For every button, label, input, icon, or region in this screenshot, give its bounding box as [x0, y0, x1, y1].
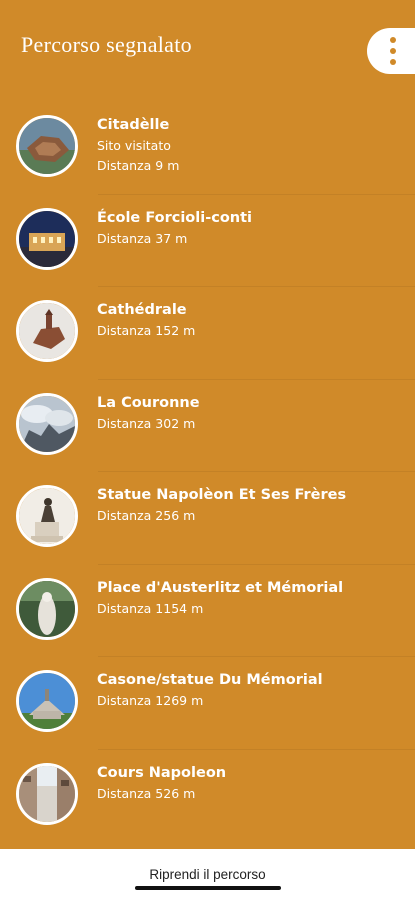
stop-thumbnail: [16, 300, 78, 362]
stop-thumbnail: [16, 577, 78, 640]
stop-distance: Distanza 256 m: [97, 508, 196, 523]
route-stop-item[interactable]: La Couronne Distanza 302 m: [0, 378, 415, 472]
overflow-menu-button[interactable]: [367, 28, 415, 74]
route-stop-item[interactable]: Citadèlle Sito visitato Distanza 9 m: [0, 101, 415, 194]
route-stop-list: Citadèlle Sito visitato Distanza 9 m Éco…: [0, 101, 415, 841]
stop-thumbnail: [16, 207, 78, 270]
home-indicator[interactable]: [135, 886, 281, 890]
stop-distance: Distanza 9 m: [97, 158, 180, 173]
stop-distance: Distanza 302 m: [97, 415, 196, 431]
stop-name: Cathédrale: [97, 302, 187, 318]
stop-distance: Distanza 37 m: [97, 230, 188, 246]
stop-distance: Distanza 152 m: [97, 323, 196, 338]
stop-distance: Distanza 1269 m: [97, 693, 204, 708]
route-stop-item[interactable]: Statue Napolèon Et Ses Frères Distanza 2…: [0, 471, 415, 564]
stop-name: La Couronne: [97, 394, 200, 411]
stop-status: Sito visitato: [97, 138, 171, 153]
page-title: Percorso segnalato: [21, 32, 192, 57]
route-stop-item[interactable]: Place d'Austerlitz et Mémorial Distanza …: [0, 563, 415, 657]
stop-thumbnail: [16, 392, 78, 455]
stop-name: Statue Napolèon Et Ses Frères: [97, 487, 347, 503]
stop-thumbnail: [16, 670, 78, 732]
route-stop-item[interactable]: Casone/statue Du Mémorial Distanza 1269 …: [0, 656, 415, 749]
resume-route-button[interactable]: Riprendi il percorso: [0, 867, 415, 882]
stop-name: Cours Napoleon: [97, 764, 227, 781]
bottom-bar: Riprendi il percorso: [0, 849, 415, 900]
stop-thumbnail: [16, 485, 78, 547]
route-stop-item[interactable]: Cours Napoleon Distanza 526 m: [0, 748, 415, 842]
stop-name: École Forcioli-conti: [97, 209, 253, 226]
stop-distance: Distanza 526 m: [97, 785, 196, 801]
more-vertical-icon-dot: [390, 59, 396, 65]
app-header: Percorso segnalato: [0, 0, 415, 95]
more-vertical-icon: [390, 37, 396, 43]
stop-thumbnail: [16, 762, 78, 825]
more-vertical-icon-dot: [390, 48, 396, 54]
route-stop-item[interactable]: École Forcioli-conti Distanza 37 m: [0, 193, 415, 287]
stop-name: Citadèlle: [97, 117, 170, 133]
stop-thumbnail: [16, 115, 78, 177]
stop-name: Casone/statue Du Mémorial: [97, 672, 323, 688]
stop-distance: Distanza 1154 m: [97, 600, 204, 616]
route-stop-item[interactable]: Cathédrale Distanza 152 m: [0, 286, 415, 379]
stop-name: Place d'Austerlitz et Mémorial: [97, 579, 344, 596]
